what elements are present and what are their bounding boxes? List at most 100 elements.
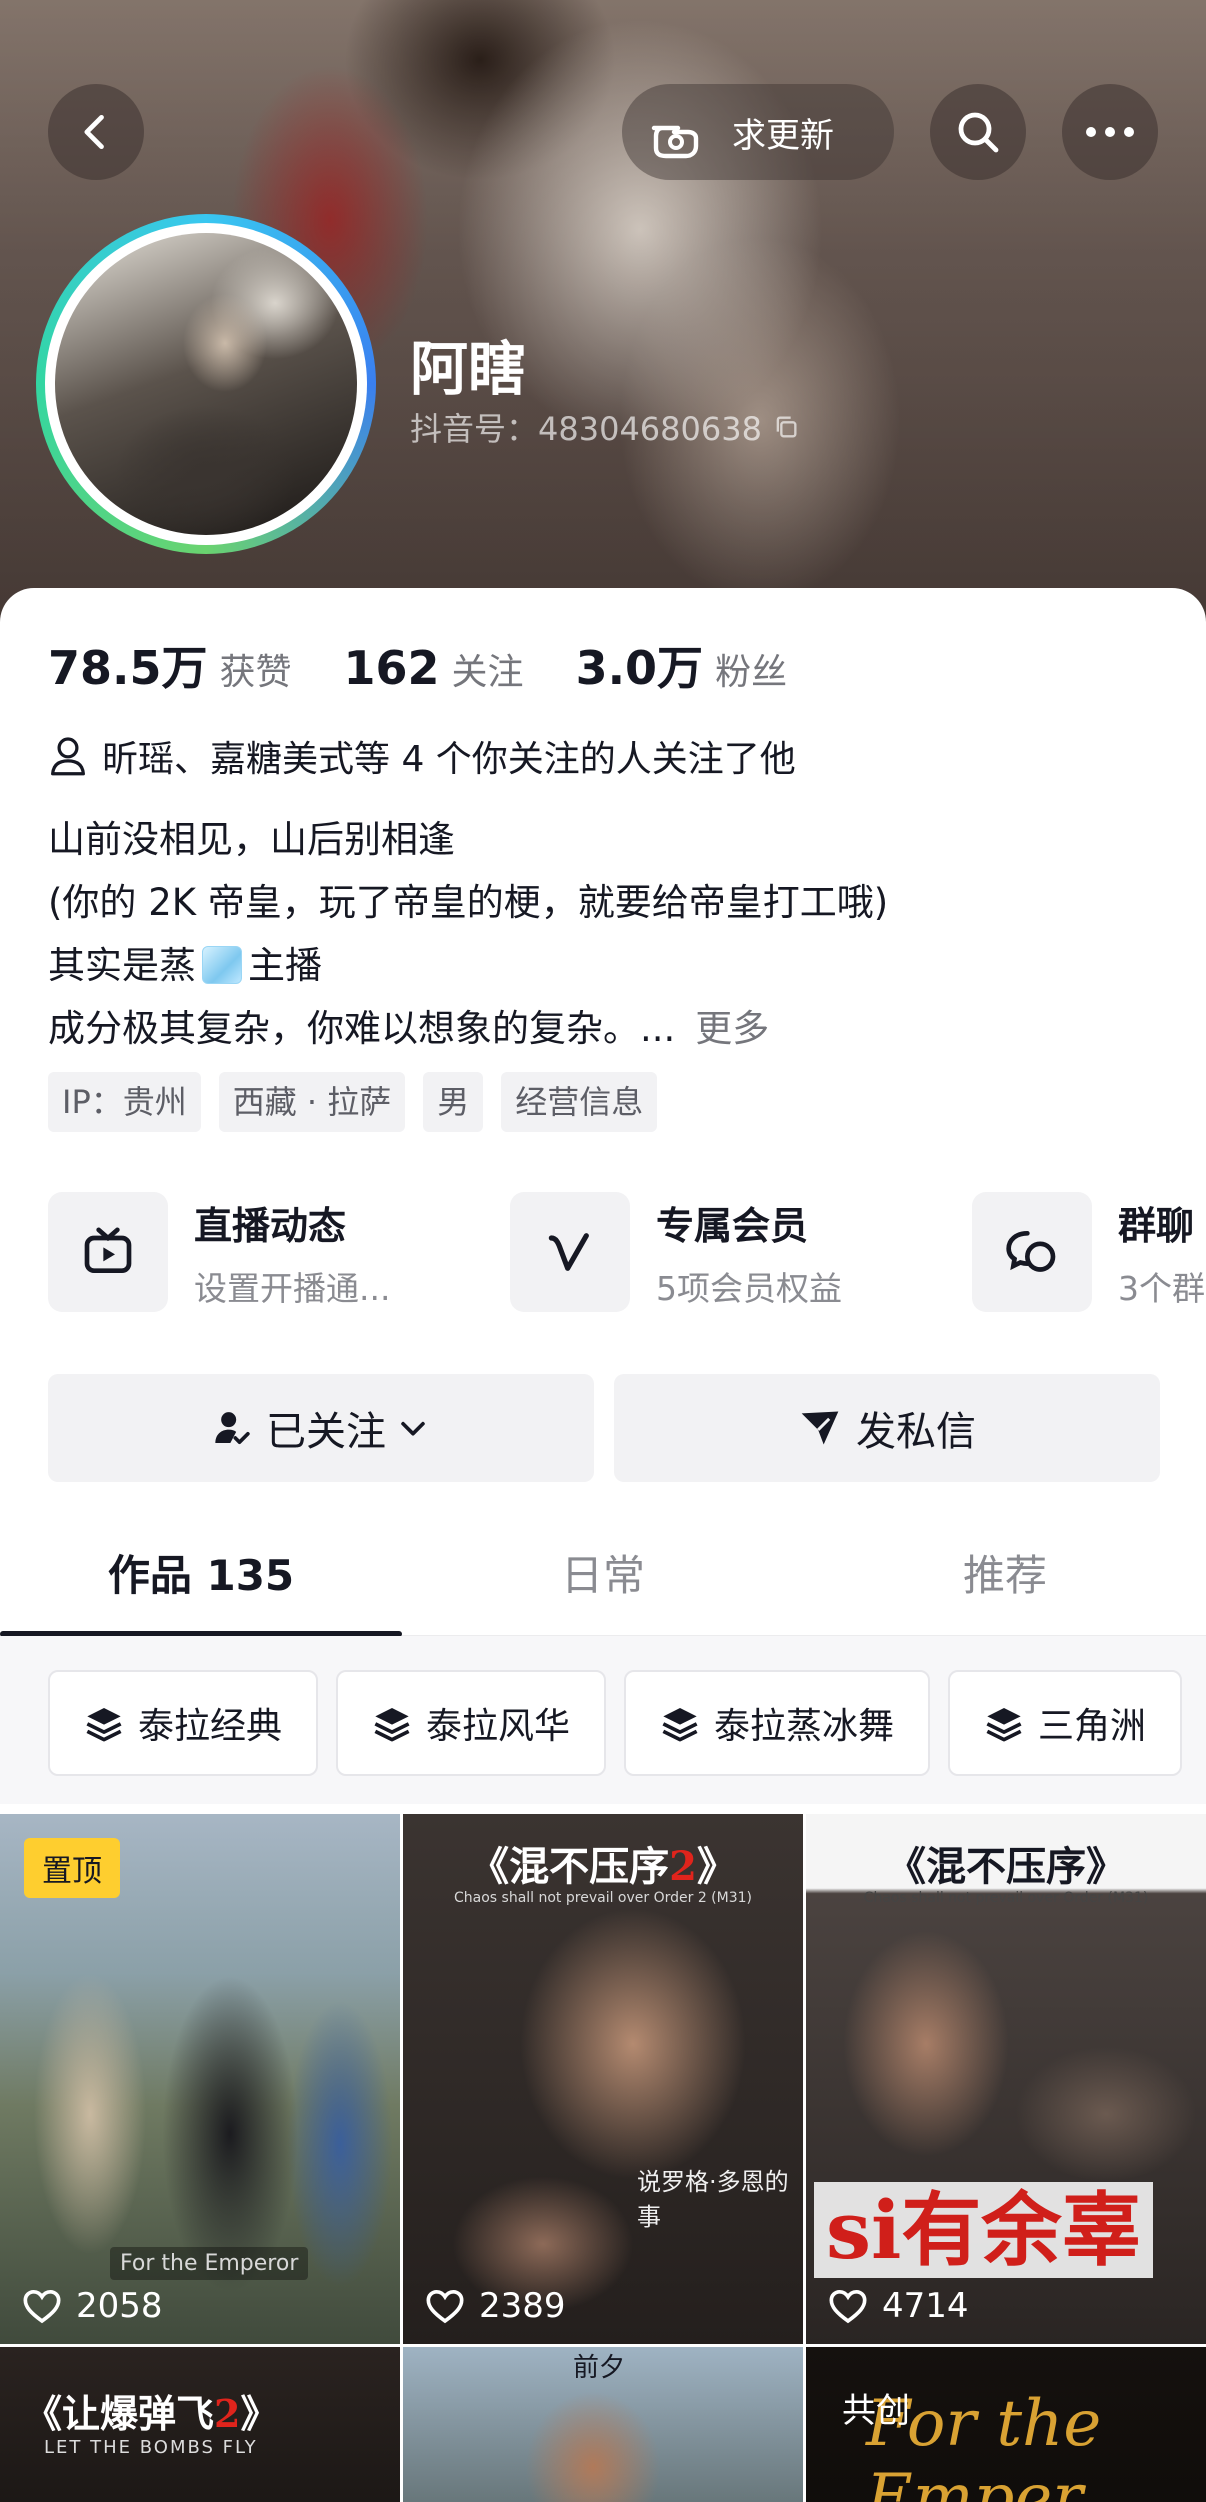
co-creation-badge: 共创 — [842, 2391, 910, 2431]
feature-title: 直播动态 — [194, 1203, 347, 1248]
ice-cube-emoji-icon — [202, 946, 242, 984]
send-message-label: 发私信 — [856, 1409, 976, 1455]
content-tabs: 作品 135 日常 推荐 — [0, 1510, 1206, 1637]
more-dots-icon — [1086, 127, 1134, 137]
tv-icon — [84, 1227, 132, 1273]
account-id[interactable]: 抖音号：48304680638 — [410, 404, 800, 450]
request-update-label: 求更新 — [732, 115, 834, 156]
tag-business-info[interactable]: 经营信息 — [501, 1072, 658, 1132]
search-icon — [958, 112, 999, 153]
person-icon — [51, 737, 85, 776]
followed-button[interactable]: 已关注 — [48, 1374, 594, 1482]
like-count: 2058 — [22, 2286, 163, 2326]
stat-likes[interactable]: 78.5万 获赞 — [48, 632, 292, 698]
account-id-text: 抖音号：48304680638 — [410, 410, 762, 448]
back-button[interactable] — [48, 84, 144, 180]
paper-plane-icon — [801, 1411, 839, 1445]
feature-subtitle: 5项会员权益 — [656, 1268, 842, 1308]
feature-subtitle: 3个群聊 — [1118, 1268, 1206, 1308]
collection-chip[interactable]: 三角洲 — [948, 1670, 1183, 1776]
stack-layers-icon — [374, 1708, 410, 1742]
video-subtitle: LET THE BOMBS FLY — [44, 2437, 258, 2458]
send-message-button[interactable]: 发私信 — [614, 1374, 1160, 1482]
mutual-follow-info[interactable]: 昕瑶、嘉糖美式等 4 个你关注的人关注了他 — [48, 730, 796, 782]
more-options-button[interactable] — [1062, 84, 1158, 180]
profile-actions: 已关注 发私信 — [48, 1374, 1160, 1482]
video-caption: 说罗格·多恩的事 — [637, 2168, 789, 2231]
video-title: 《混不压序2》 — [469, 1843, 737, 1890]
collection-chip[interactable]: 泰拉经典 — [48, 1670, 319, 1776]
heart-icon — [829, 2289, 867, 2324]
stat-label: 关注 — [451, 652, 524, 693]
tag-location: 西藏 · 拉萨 — [218, 1072, 406, 1132]
profile-stats: 78.5万 获赞 162 关注 3.0万 粉丝 — [48, 632, 839, 698]
avatar-image — [55, 233, 357, 535]
person-check-icon — [215, 1412, 250, 1444]
stat-following[interactable]: 162 关注 — [344, 641, 524, 695]
v-badge-icon — [548, 1233, 589, 1271]
pointing-hand-icon — [651, 125, 699, 159]
video-thumbnail[interactable]: 前夕 — [403, 2347, 803, 2502]
video-caption: For the Emperor — [110, 2247, 309, 2280]
copy-icon[interactable] — [772, 413, 800, 441]
bio-more-link[interactable]: 更多 — [695, 1007, 769, 1050]
bio-line: (你的 2K 帝皇，玩了帝皇的梗，就要给帝皇打工哦) — [48, 881, 889, 924]
collection-label: 泰拉风华 — [426, 1706, 571, 1747]
chevron-left-icon — [84, 114, 104, 150]
heart-icon — [426, 2289, 464, 2324]
video-thumbnail[interactable]: 《让爆弹飞2》 LET THE BOMBS FLY — [0, 2347, 400, 2502]
feature-title: 专属会员 — [656, 1203, 809, 1248]
bio: 山前没相见，山后别相逢 (你的 2K 帝皇，玩了帝皇的梗，就要给帝皇打工哦) 其… — [48, 808, 888, 1060]
pinned-badge: 置顶 — [24, 1838, 120, 1898]
video-title: 《让爆弹飞2》 — [24, 2391, 279, 2436]
chat-bubbles-icon — [1006, 1231, 1056, 1272]
video-subtitle: Chaos shall not prevail over Order 2 (M3… — [453, 1890, 752, 1906]
video-thumbnail[interactable]: 《混不压序2》 Chaos shall not prevail over Ord… — [403, 1814, 803, 2344]
stack-layers-icon — [86, 1708, 122, 1742]
video-overlay-text: si有余辜 — [814, 2182, 1154, 2278]
search-button[interactable] — [930, 84, 1026, 180]
stat-value: 78.5万 — [48, 641, 208, 695]
feature-subtitle: 设置开播通... — [194, 1268, 391, 1308]
stack-layers-icon — [662, 1708, 698, 1742]
chevron-down-icon — [401, 1421, 425, 1436]
heart-icon — [23, 2289, 61, 2324]
video-thumbnail[interactable]: 《混不压序》 Chaos shall not prevail over Orde… — [806, 1814, 1206, 2344]
video-script-text: For the Emper — [866, 2387, 1102, 2502]
feature-entries: 直播动态 设置开播通... 专属会员 5项会员权益 群聊 3个群聊 — [48, 1192, 1206, 1312]
collections-bar: 泰拉经典 泰拉风华 泰拉蒸冰舞 三角洲 — [0, 1636, 1206, 1804]
video-top-text: 前夕 — [573, 2353, 626, 2383]
video-subtitle: Chaos shall not prevail over Order (M31) — [863, 1890, 1149, 1906]
request-update-button[interactable]: 求更新 — [622, 84, 894, 180]
feature-title: 群聊 — [1118, 1203, 1195, 1248]
live-feed-entry[interactable]: 直播动态 设置开播通... — [48, 1192, 510, 1312]
tag-gender: 男 — [423, 1072, 484, 1132]
collection-chip[interactable]: 泰拉风华 — [336, 1670, 607, 1776]
tab-recommended[interactable]: 推荐 — [804, 1510, 1206, 1635]
tab-works[interactable]: 作品 135 — [0, 1510, 402, 1637]
mutual-follow-text: 昕瑶、嘉糖美式等 4 个你关注的人关注了他 — [102, 739, 796, 780]
like-count: 2389 — [425, 2286, 566, 2326]
like-count: 4714 — [828, 2286, 969, 2326]
bio-line: 其实是蒸 主播 — [48, 944, 322, 987]
stat-value: 3.0万 — [575, 641, 704, 695]
video-title: 《混不压序》 — [886, 1843, 1126, 1890]
membership-entry[interactable]: 专属会员 5项会员权益 — [510, 1192, 972, 1312]
followed-label: 已关注 — [266, 1409, 386, 1455]
bio-line: 山前没相见，山后别相逢 — [48, 818, 455, 861]
stat-label: 粉丝 — [715, 652, 788, 693]
video-thumbnail[interactable]: For the Emper 共创 — [806, 2347, 1206, 2502]
stat-label: 获赞 — [219, 652, 292, 693]
collection-chip[interactable]: 泰拉蒸冰舞 — [624, 1670, 931, 1776]
tag-ip: IP：贵州 — [48, 1072, 201, 1132]
group-chat-entry[interactable]: 群聊 3个群聊 — [972, 1192, 1206, 1312]
profile-name: 阿瞎 — [410, 335, 527, 403]
video-thumbnail[interactable]: 置顶 For the Emperor 2058 — [0, 1814, 400, 2344]
avatar[interactable] — [36, 214, 376, 554]
collection-label: 泰拉经典 — [138, 1706, 283, 1747]
stack-layers-icon — [986, 1708, 1022, 1742]
stat-followers[interactable]: 3.0万 粉丝 — [576, 632, 788, 698]
tab-daily[interactable]: 日常 — [402, 1510, 804, 1635]
profile-tags: IP：贵州 西藏 · 拉萨 男 经营信息 — [48, 1072, 675, 1132]
collection-label: 泰拉蒸冰舞 — [714, 1706, 895, 1747]
